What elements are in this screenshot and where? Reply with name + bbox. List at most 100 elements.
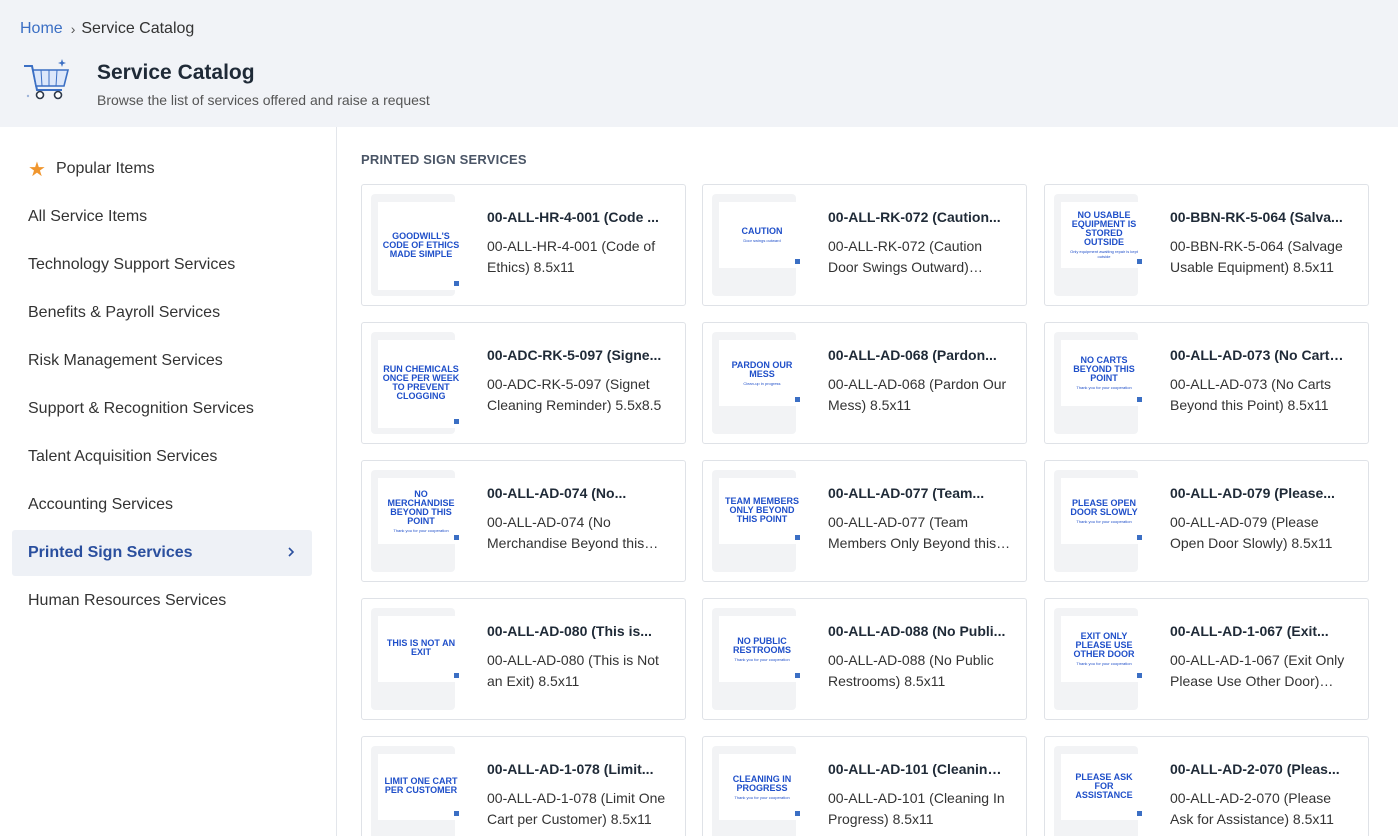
- sign-preview-text: Exit Only Please Use Other Door: [1073, 631, 1135, 659]
- sidebar-item-human-resources[interactable]: Human Resources Services: [12, 578, 312, 624]
- card-description: 00-ALL-AD-068 (Pardon Our Mess) 8.5x11: [828, 376, 1007, 413]
- catalog-card[interactable]: Please Open Door Slowly Thank you for you…: [1044, 460, 1369, 582]
- sidebar-item-technology-support[interactable]: Technology Support Services: [12, 242, 312, 288]
- sign-preview-text: Limit One Cart Per Customer: [384, 776, 458, 795]
- card-title: 00-ALL-RK-072 (Caution...: [828, 209, 1001, 225]
- sign-preview: Team Members Only Beyond This Point: [719, 478, 805, 544]
- sign-preview-text: Run chemicals once per week to prevent c…: [382, 364, 460, 401]
- catalog-card[interactable]: Caution Door swings outward 00-ALL-RK-072 …: [702, 184, 1027, 306]
- sign-preview: Pardon Our Mess Clean-up in progress: [719, 340, 805, 406]
- card-description: 00-ALL-AD-1-067 (Exit Only Please Use Ot…: [1170, 652, 1345, 689]
- sidebar-item-label: Support & Recognition Services: [28, 400, 254, 417]
- catalog-card[interactable]: Run chemicals once per week to prevent c…: [361, 322, 686, 444]
- sign-preview-subtext: Thank you for your cooperation: [1076, 385, 1132, 390]
- card-description: 00-ALL-RK-072 (Caution Door Swings Outwa…: [828, 238, 983, 275]
- sidebar-item-label: Human Resources Services: [28, 592, 227, 609]
- sign-thumbnail: Team Members Only Beyond This Point: [712, 470, 805, 572]
- sign-thumbnail: This is Not an Exit: [371, 608, 464, 710]
- sign-thumbnail: No Public Restrooms Thank you for your co…: [712, 608, 805, 710]
- sign-preview-text: This is Not an Exit: [386, 638, 456, 657]
- logo-mark-icon: [454, 673, 459, 678]
- sign-preview-text: No Merchandise Beyond This Point: [387, 488, 455, 526]
- logo-mark-icon: [454, 811, 459, 816]
- sign-preview: Please Open Door Slowly Thank you for you…: [1061, 478, 1147, 544]
- catalog-card[interactable]: Exit Only Please Use Other Door Thank you…: [1044, 598, 1369, 720]
- card-title: 00-ALL-AD-074 (No...: [487, 485, 627, 501]
- sidebar-item-label: Technology Support Services: [28, 256, 236, 273]
- card-description: 00-ALL-AD-074 (No Merchandise Beyond thi…: [487, 514, 645, 551]
- catalog-card[interactable]: Please Ask For Assistance 00-ALL-AD-2-070…: [1044, 736, 1369, 836]
- catalog-card[interactable]: No Merchandise Beyond This Point Thank yo…: [361, 460, 686, 582]
- catalog-card[interactable]: This is Not an Exit 00-ALL-AD-080 (This i…: [361, 598, 686, 720]
- sign-preview: Cleaning In Progress Thank you for your c…: [719, 754, 805, 820]
- catalog-card[interactable]: Pardon Our Mess Clean-up in progress 00-AL…: [702, 322, 1027, 444]
- logo-mark-icon: [795, 535, 800, 540]
- sign-preview: No Carts Beyond This Point Thank you for …: [1061, 340, 1147, 406]
- catalog-card[interactable]: No Public Restrooms Thank you for your co…: [702, 598, 1027, 720]
- sign-preview-text: No Usable Equipment is Stored Outside: [1071, 210, 1137, 247]
- card-title: 00-ALL-AD-1-067 (Exit...: [1170, 623, 1329, 639]
- breadcrumb-current: Service Catalog: [81, 20, 195, 37]
- catalog-card[interactable]: Goodwill's Code of Ethics Made Simple 00-…: [361, 184, 686, 306]
- catalog-card[interactable]: Team Members Only Beyond This Point 00-AL…: [702, 460, 1027, 582]
- sign-preview-subtext: Thank you for your cooperation: [393, 527, 449, 533]
- sign-preview-text: Please Open Door Slowly: [1070, 497, 1138, 517]
- card-description: 00-ALL-AD-088 (No Public Restrooms) 8.5x…: [828, 652, 994, 689]
- sign-preview-subtext: Clean-up in progress: [743, 380, 781, 386]
- card-title: 00-BBN-RK-5-064 (Salva...: [1170, 209, 1343, 225]
- sign-preview-subtext: Thank you for your cooperation: [1076, 661, 1132, 666]
- sign-preview-subtext: Thank you for your cooperation: [734, 794, 790, 800]
- sign-preview-subtext: Thank you for your cooperation: [1076, 518, 1132, 524]
- catalog-card[interactable]: Limit One Cart Per Customer 00-ALL-AD-1-0…: [361, 736, 686, 836]
- chevron-right-icon: [288, 547, 295, 557]
- sign-preview: No Usable Equipment is Stored Outside Onl…: [1061, 202, 1147, 268]
- logo-mark-icon: [1137, 259, 1142, 264]
- logo-mark-icon: [454, 281, 459, 286]
- card-title: 00-ALL-AD-073 (No Carts...: [1170, 347, 1348, 363]
- sidebar-item-label: Benefits & Payroll Services: [28, 304, 221, 321]
- card-description: 00-ALL-AD-1-078 (Limit One Cart per Cust…: [487, 790, 666, 827]
- sign-thumbnail: Pardon Our Mess Clean-up in progress: [712, 332, 805, 434]
- sign-thumbnail: Please Ask For Assistance: [1054, 746, 1147, 836]
- sign-thumbnail: No Usable Equipment is Stored Outside Onl…: [1054, 194, 1147, 296]
- catalog-main: PRINTED SIGN SERVICES Goodwill's Code of…: [337, 127, 1398, 836]
- sign-thumbnail: Please Open Door Slowly Thank you for you…: [1054, 470, 1147, 572]
- card-description: 00-ALL-AD-077 (Team Members Only Beyond …: [828, 514, 997, 551]
- sidebar-item-label: All Service Items: [28, 208, 148, 225]
- sidebar-item-risk-management[interactable]: Risk Management Services: [12, 338, 312, 384]
- logo-mark-icon: [454, 419, 459, 424]
- sign-thumbnail: No Merchandise Beyond This Point Thank yo…: [371, 470, 464, 572]
- sign-preview: Run chemicals once per week to prevent c…: [378, 340, 464, 428]
- sidebar-item-accounting[interactable]: Accounting Services: [12, 482, 312, 528]
- sign-thumbnail: Exit Only Please Use Other Door Thank you…: [1054, 608, 1147, 710]
- sidebar-item-talent-acquisition[interactable]: Talent Acquisition Services: [12, 434, 312, 480]
- card-title: 00-ADC-RK-5-097 (Signe...: [487, 347, 662, 363]
- sidebar-item-benefits-payroll[interactable]: Benefits & Payroll Services: [12, 290, 312, 336]
- sidebar-item-support-recognition[interactable]: Support & Recognition Services: [12, 386, 312, 432]
- sign-preview: No Merchandise Beyond This Point Thank yo…: [378, 478, 464, 544]
- sign-preview: Please Ask For Assistance: [1061, 754, 1147, 820]
- page-header: Home › Service Catalog Service Catalog B…: [0, 0, 1398, 127]
- sign-preview: Limit One Cart Per Customer: [378, 754, 464, 820]
- catalog-card[interactable]: Cleaning In Progress Thank you for your c…: [702, 736, 1027, 836]
- sidebar-item-popular-items[interactable]: ★ Popular Items: [12, 146, 312, 192]
- catalog-card[interactable]: No Usable Equipment is Stored Outside Onl…: [1044, 184, 1369, 306]
- sign-preview-text: Goodwill's Code of Ethics Made Simple: [382, 230, 460, 259]
- sidebar-item-printed-sign-services[interactable]: Printed Sign Services: [12, 530, 312, 576]
- sign-thumbnail: Cleaning In Progress Thank you for your c…: [712, 746, 805, 836]
- logo-mark-icon: [454, 535, 459, 540]
- sidebar-item-label: Popular Items: [55, 160, 155, 177]
- card-description: 00-ALL-AD-080 (This is Not an Exit) 8.5x…: [487, 652, 659, 689]
- card-description: 00-ALL-AD-2-070 (Please Ask for Assistan…: [1170, 790, 1334, 827]
- breadcrumb-home-link[interactable]: Home: [20, 20, 63, 38]
- sign-preview-text: No Carts Beyond This Point: [1073, 355, 1135, 383]
- logo-mark-icon: [1137, 397, 1142, 402]
- sign-preview: No Public Restrooms Thank you for your co…: [719, 616, 805, 682]
- sign-preview-subtext: Door swings outward: [743, 238, 781, 243]
- catalog-card[interactable]: No Carts Beyond This Point Thank you for …: [1044, 322, 1369, 444]
- sign-preview-text: No Public Restrooms: [732, 635, 791, 655]
- sidebar-item-all-service-items[interactable]: All Service Items: [12, 194, 312, 240]
- card-description: 00-ALL-AD-101 (Cleaning In Progress) 8.5…: [828, 790, 1005, 827]
- sign-preview: This is Not an Exit: [378, 616, 464, 682]
- card-title: 00-ALL-AD-1-078 (Limit...: [487, 761, 654, 777]
